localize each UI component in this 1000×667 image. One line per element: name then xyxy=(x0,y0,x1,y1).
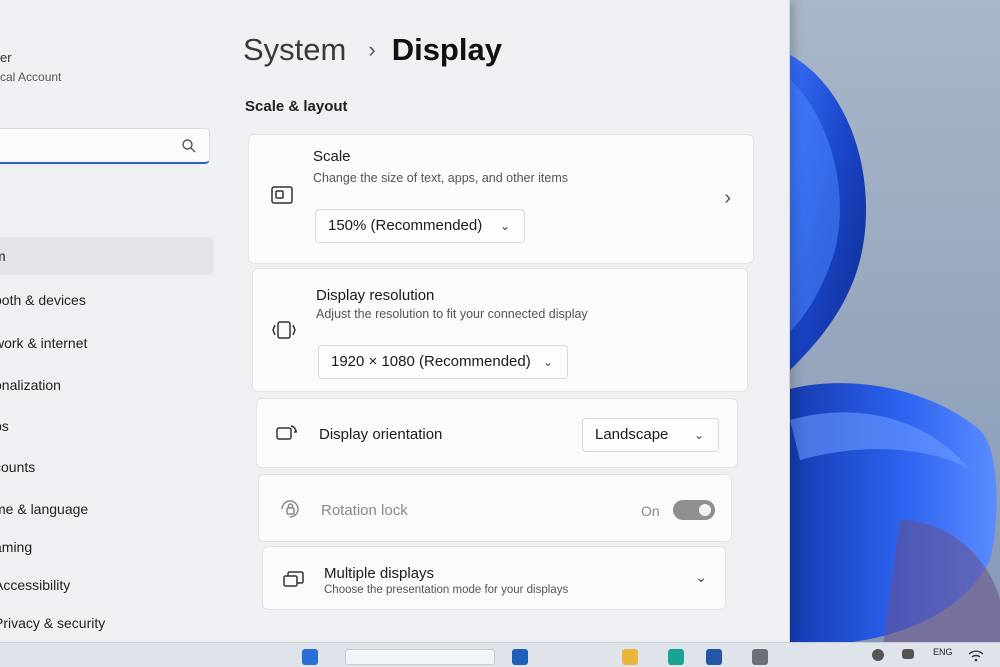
toggle-knob xyxy=(699,504,711,516)
breadcrumb-system-link[interactable]: System xyxy=(243,32,346,68)
language-indicator[interactable]: ENG xyxy=(933,647,953,657)
page-title: Display xyxy=(391,32,502,67)
display-orientation-card: Display orientation Landscape ⌄ xyxy=(256,398,738,468)
sidebar-item-accessibility[interactable]: Accessibility xyxy=(0,566,214,604)
scale-dropdown[interactable]: 150% (Recommended) ⌄ xyxy=(315,209,525,243)
rotation-lock-card: Rotation lock On xyxy=(258,474,732,542)
sidebar-item-privacy-security[interactable]: Privacy & security xyxy=(0,604,214,642)
start-icon[interactable] xyxy=(302,649,318,665)
breadcrumb-separator-icon: › xyxy=(368,37,376,62)
search-icon[interactable] xyxy=(181,138,197,154)
display-orientation-dropdown[interactable]: Landscape ⌄ xyxy=(582,418,719,452)
display-resolution-description: Adjust the resolution to fit your connec… xyxy=(316,307,588,321)
rotation-lock-toggle[interactable] xyxy=(673,500,715,520)
settings-window: er cal Account g m ooth & devices work &… xyxy=(0,0,790,642)
sidebar-item-label: Accessibility xyxy=(0,577,71,593)
sidebar-item-system[interactable]: m xyxy=(0,237,214,275)
scale-dropdown-value: 150% (Recommended) xyxy=(328,217,483,234)
resolution-icon xyxy=(272,321,296,339)
rotation-lock-title: Rotation lock xyxy=(321,502,408,519)
sidebar-item-label: m xyxy=(0,237,6,275)
chevron-right-icon[interactable]: › xyxy=(724,187,731,210)
sidebar-item-accounts[interactable]: counts xyxy=(0,448,214,486)
taskbar-search-icon[interactable] xyxy=(345,649,495,665)
sidebar-item-label: counts xyxy=(0,459,36,475)
breadcrumb: System › Display xyxy=(243,30,502,70)
user-account-type: cal Account xyxy=(0,70,62,84)
overflow-icon[interactable] xyxy=(872,649,884,661)
sidebar-item-label: aming xyxy=(0,539,33,555)
sidebar-item-gaming[interactable]: aming xyxy=(0,528,214,566)
scale-title: Scale xyxy=(313,148,351,165)
multiple-displays-icon xyxy=(283,571,304,587)
display-resolution-dropdown-value: 1920 × 1080 (Recommended) xyxy=(331,353,531,370)
scale-description: Change the size of text, apps, and other… xyxy=(313,171,569,185)
display-resolution-dropdown[interactable]: 1920 × 1080 (Recommended) ⌄ xyxy=(318,345,568,379)
rotation-lock-state-label: On xyxy=(641,503,660,519)
file-explorer-icon[interactable] xyxy=(622,649,638,665)
sidebar-item-label: onalization xyxy=(0,377,61,393)
orientation-icon xyxy=(276,425,297,440)
wifi-icon[interactable] xyxy=(968,649,984,663)
store-icon[interactable] xyxy=(706,649,722,665)
user-name: er xyxy=(0,50,12,65)
chevron-down-icon: ⌄ xyxy=(499,219,510,233)
edge-icon[interactable] xyxy=(668,649,684,665)
sidebar-item-network-internet[interactable]: work & internet xyxy=(0,324,214,362)
taskbar: ENG xyxy=(0,642,1000,667)
task-view-icon[interactable] xyxy=(512,649,528,665)
sidebar-item-label: work & internet xyxy=(0,335,88,351)
display-orientation-title: Display orientation xyxy=(319,426,443,443)
search-input[interactable]: g xyxy=(0,128,210,164)
sidebar-item-label: ooth & devices xyxy=(0,292,86,308)
sidebar-item-bluetooth-devices[interactable]: ooth & devices xyxy=(0,281,214,319)
multiple-displays-card[interactable]: Multiple displays Choose the presentatio… xyxy=(262,546,726,610)
scale-icon xyxy=(271,186,293,204)
multiple-displays-title: Multiple displays xyxy=(324,565,435,582)
sidebar-item-apps[interactable]: ps xyxy=(0,407,214,445)
chevron-down-icon: ⌄ xyxy=(542,355,553,369)
sidebar-item-label: me & language xyxy=(0,501,89,517)
scale-card[interactable]: Scale Change the size of text, apps, and… xyxy=(248,134,754,264)
section-title: Scale & layout xyxy=(245,98,348,115)
sidebar-item-personalization[interactable]: onalization xyxy=(0,366,214,404)
display-resolution-card: Display resolution Adjust the resolution… xyxy=(252,268,748,392)
sidebar-item-label: Privacy & security xyxy=(0,615,106,631)
settings-icon[interactable] xyxy=(752,649,768,665)
multiple-displays-description: Choose the presentation mode for your di… xyxy=(324,584,569,596)
sidebar: er cal Account g m ooth & devices work &… xyxy=(0,0,225,642)
sidebar-item-label: ps xyxy=(0,418,9,434)
display-resolution-title: Display resolution xyxy=(316,287,435,304)
chevron-down-icon[interactable]: ⌄ xyxy=(695,569,707,586)
sidebar-item-time-language[interactable]: me & language xyxy=(0,490,214,528)
rotation-lock-icon xyxy=(281,500,299,518)
chevron-down-icon: ⌄ xyxy=(693,428,704,442)
display-orientation-dropdown-value: Landscape xyxy=(595,426,669,443)
pen-icon[interactable] xyxy=(902,649,914,659)
